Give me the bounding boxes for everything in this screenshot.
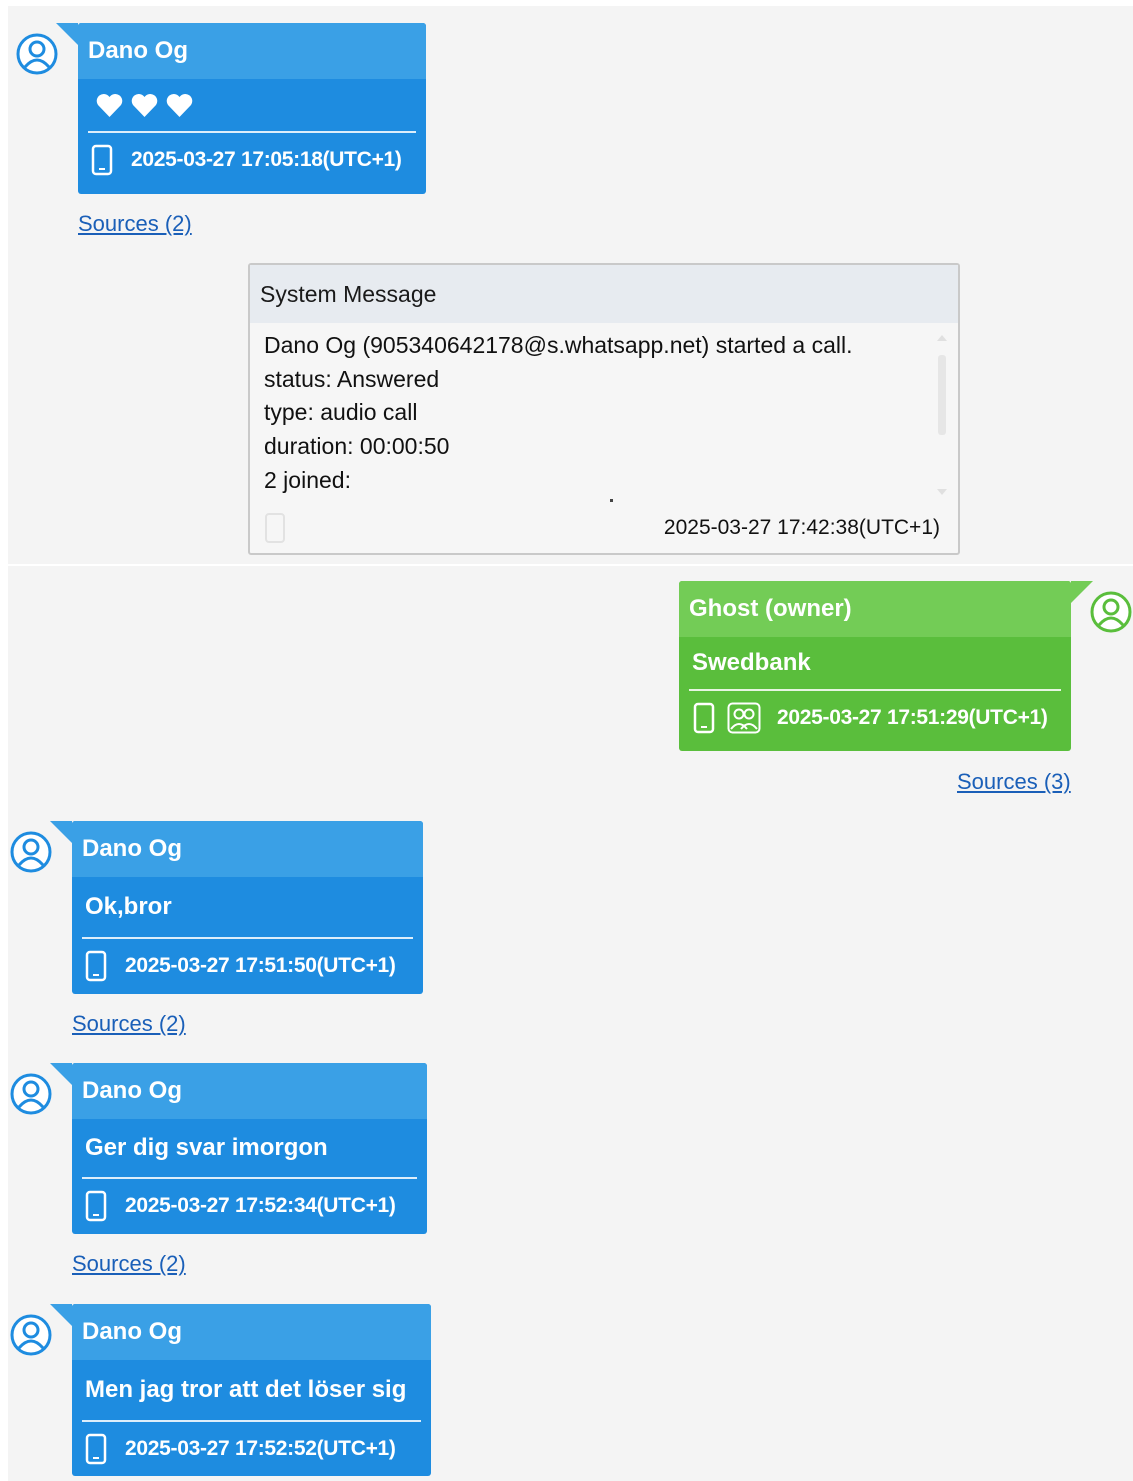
scroll-up-icon[interactable] [937,335,947,341]
scroll-down-icon[interactable] [937,489,947,495]
message-content [78,79,426,131]
heart-icon [131,93,158,117]
system-message-line: Dano Og (905340642178@s.whatsapp.net) st… [264,332,853,358]
text-fragment [610,499,613,502]
message-bubble[interactable]: Ghost (owner) Swedbank 2025-03-27 17:51:… [679,581,1093,751]
phone-icon [85,1433,107,1465]
contact-avatar-icon [10,831,52,873]
system-message-line: type: audio call [264,399,418,426]
message-bubble[interactable]: Dano Og Men jag tror att det löser sig 2… [50,1304,431,1476]
phone-icon [85,1190,107,1222]
scroll-thumb[interactable] [938,355,946,435]
message-footer: 2025-03-27 17:51:50(UTC+1) [72,939,423,993]
owner-avatar-icon [1090,591,1132,633]
group-icon [727,702,761,734]
phone-icon [91,144,113,176]
message-footer: 2025-03-27 17:52:34(UTC+1) [72,1179,427,1233]
message-footer: 2025-03-27 17:51:29(UTC+1) [679,691,1071,745]
contact-avatar-icon [10,1073,52,1115]
message-text: Ok,bror [85,893,172,920]
sources-link[interactable]: Sources (2) [72,1011,186,1037]
message-timestamp: 2025-03-27 17:52:52(UTC+1) [125,1437,396,1460]
message-footer: 2025-03-27 17:52:52(UTC+1) [72,1422,431,1476]
system-message-title: System Message [250,265,958,323]
sender-name: Dano Og [72,821,423,877]
message-bubble[interactable]: Dano Og Ger dig svar imorgon 2025-03-27 … [50,1063,427,1234]
system-message-footer: 2025-03-27 17:42:38(UTC+1) [264,511,940,545]
system-message-scrollbar[interactable] [936,335,948,495]
sender-name: Dano Og [72,1304,431,1360]
phone-icon [693,702,715,734]
system-message-timestamp: 2025-03-27 17:42:38(UTC+1) [663,516,940,539]
contact-avatar-icon [10,1314,52,1356]
heart-icon [166,93,193,117]
system-message-text: Dano Og (905340642178@s.whatsapp.net) st… [264,329,924,498]
message-timestamp: 2025-03-27 17:52:34(UTC+1) [125,1194,396,1217]
sources-link[interactable]: Sources (2) [78,211,192,237]
contact-avatar-icon [16,33,58,75]
sender-name: Dano Og [78,23,426,79]
phone-icon [265,513,285,543]
sender-name: Dano Og [72,1063,427,1119]
system-message-line: 2 joined: [264,466,351,493]
heart-icon [96,93,123,117]
message-footer: 2025-03-27 17:05:18(UTC+1) [78,133,426,187]
system-message: System Message Dano Og (905340642178@s.w… [248,263,960,555]
sources-link[interactable]: Sources (3) [957,769,1071,795]
system-message-line: duration: 00:00:50 [264,433,450,460]
system-message-line: status: Answered [264,365,440,392]
message-bubble[interactable]: Dano Og 2025-03-27 17:05:18(UTC+1) [56,23,426,194]
message-bubble[interactable]: Dano Og Ok,bror 2025-03-27 17:51:50(UTC+… [50,821,423,994]
message-text: Men jag tror att det löser sig [85,1376,407,1403]
message-text: Ger dig svar imorgon [85,1134,328,1161]
message-timestamp: 2025-03-27 17:51:29(UTC+1) [777,706,1048,729]
sources-link[interactable]: Sources (2) [72,1251,186,1277]
message-text: Swedbank [692,649,811,676]
message-timestamp: 2025-03-27 17:51:50(UTC+1) [125,954,396,977]
message-timestamp: 2025-03-27 17:05:18(UTC+1) [131,148,402,171]
sender-name: Ghost (owner) [679,581,1071,637]
phone-icon [85,950,107,982]
